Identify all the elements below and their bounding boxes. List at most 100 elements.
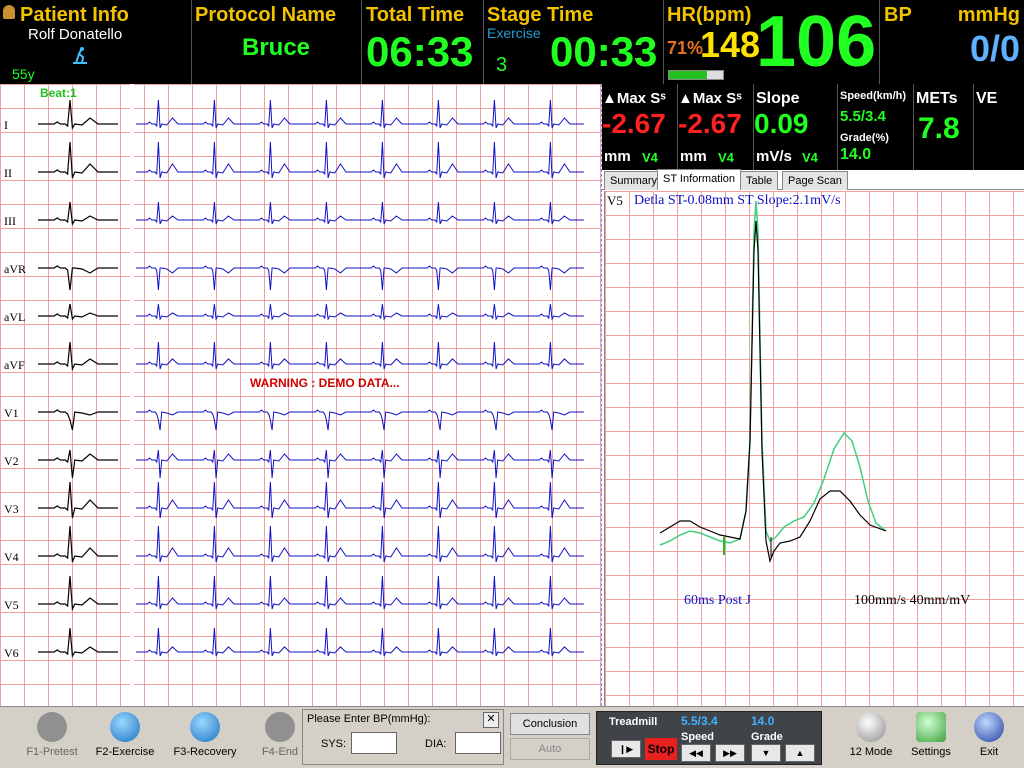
f1-pretest-button[interactable]: F1-Pretest <box>17 712 87 758</box>
protocol-header: Protocol Name <box>195 4 337 26</box>
double-up-icon: ▲ <box>795 748 805 758</box>
total-time-value: 06:33 <box>366 28 474 75</box>
hr-value: 106 <box>756 2 877 82</box>
tm-speed-label: Speed <box>681 731 715 743</box>
recovery-icon <box>190 712 220 742</box>
sys-label: SYS: <box>321 738 347 750</box>
stage-number: 3 <box>496 54 508 76</box>
post-j-label: 60ms Post J <box>684 593 751 608</box>
ve-label: VE <box>976 90 998 107</box>
st-reference-trace <box>659 200 887 546</box>
grade-label: Grade(%) <box>840 132 889 144</box>
close-icon: ✕ <box>486 713 496 725</box>
slope-box: Slope 0.09 mV/s V4 <box>754 84 838 170</box>
hr-target: 148 <box>700 24 761 65</box>
rhythm-trace-v3 <box>136 481 584 519</box>
max-st-value-2: -2.67 <box>678 108 742 139</box>
twelve-mode-label: 12 Mode <box>849 746 893 758</box>
bp-value: 0/0 <box>969 28 1020 69</box>
settings-icon <box>916 712 946 742</box>
auto-button[interactable]: Auto <box>510 738 590 760</box>
patient-icon <box>3 5 15 19</box>
treadmill-label: Treadmill <box>609 716 658 728</box>
max-st-box-2: ▲Max Sˢ -2.67 mm V4 <box>678 84 754 170</box>
exercise-button-icon <box>110 712 140 742</box>
f2-exercise-button[interactable]: F2-Exercise <box>90 712 160 758</box>
max-st-unit-2: mm <box>680 148 707 165</box>
dia-input[interactable] <box>455 732 501 754</box>
tab-st-information[interactable]: ST Information <box>657 169 741 190</box>
f3-label: F3-Recovery <box>173 746 237 758</box>
bp-prompt: Please Enter BP(mmHg): <box>307 713 431 725</box>
end-icon <box>265 712 295 742</box>
protocol-panel: Protocol Name Bruce <box>192 0 362 84</box>
rhythm-trace-v1 <box>136 409 584 431</box>
max-st-lead-1: V4 <box>642 150 658 165</box>
total-time-header: Total Time <box>366 4 465 26</box>
median-beat-avl <box>38 303 118 321</box>
f3-recovery-button[interactable]: F3-Recovery <box>170 712 240 758</box>
exit-button[interactable]: Exit <box>954 712 1024 758</box>
ve-box: VE <box>974 84 1024 170</box>
bp-panel: BP mmHg 0/0 <box>880 0 1024 84</box>
rhythm-trace-iii <box>136 201 584 225</box>
slope-label: Slope <box>756 90 800 107</box>
mets-label: METs <box>916 90 958 107</box>
bp-close-button[interactable]: ✕ <box>483 712 499 728</box>
median-beat-avr <box>38 265 118 291</box>
tm-grade-down-button[interactable]: ▼ <box>751 744 781 762</box>
tab-page-scan[interactable]: Page Scan <box>782 171 848 190</box>
stage-time-panel: Stage Time Exercise 3 00:33 <box>484 0 664 84</box>
median-beat-i <box>38 99 118 130</box>
twelve-mode-icon <box>856 712 886 742</box>
mets-box: METs 7.8 <box>914 84 974 170</box>
slope-lead: V4 <box>802 150 818 165</box>
tm-grade-label: Grade <box>751 731 783 743</box>
speed-grade-box: Speed(km/h) 5.5/3.4 Grade(%) 14.0 <box>838 84 914 170</box>
tm-speed-down-button[interactable]: ◀◀ <box>681 744 711 762</box>
st-current-trace <box>659 220 887 564</box>
median-beat-ii <box>38 141 118 179</box>
rhythm-trace-avf <box>136 341 584 370</box>
median-beat-v5 <box>38 575 118 612</box>
rhythm-trace-v6 <box>136 627 584 657</box>
sys-input[interactable] <box>351 732 397 754</box>
protocol-value: Bruce <box>242 34 311 61</box>
double-right-icon: ▶▶ <box>723 748 737 758</box>
bp-header: BP <box>884 4 912 26</box>
pause-play-icon: ❙▶ <box>618 744 634 754</box>
tm-pause-button[interactable]: ❙▶ <box>611 740 641 758</box>
tm-stop-button[interactable]: Stop <box>645 738 677 760</box>
median-beat-v4 <box>38 525 118 563</box>
double-down-icon: ▼ <box>761 748 771 758</box>
tm-grade-up-button[interactable]: ▲ <box>785 744 815 762</box>
conclusion-button[interactable]: Conclusion <box>510 713 590 735</box>
settings-label: Settings <box>911 746 951 758</box>
tab-table[interactable]: Table <box>740 171 779 190</box>
median-beat-avf <box>38 341 118 372</box>
hr-progress-fill <box>669 71 708 79</box>
slope-unit: mV/s <box>756 148 792 165</box>
tm-speed-up-button[interactable]: ▶▶ <box>715 744 745 762</box>
max-st-label-1: ▲Max Sˢ <box>602 90 666 107</box>
max-st-lead-2: V4 <box>718 150 734 165</box>
mets-value: 7.8 <box>918 112 960 145</box>
hr-panel: HR(bpm) 71% 148 106 <box>664 0 880 84</box>
tm-speed-value: 5.5/3.4 <box>681 714 718 728</box>
rhythm-trace-v5 <box>136 575 584 610</box>
dia-label: DIA: <box>425 738 447 750</box>
bp-entry-panel: Please Enter BP(mmHg): ✕ SYS: DIA: <box>302 709 504 765</box>
tab-summary[interactable]: Summary <box>604 171 664 190</box>
st-complex-chart <box>659 200 887 564</box>
median-beat-iii <box>38 201 118 226</box>
demo-warning: WARNING : DEMO DATA... <box>250 376 400 390</box>
double-left-icon: ◀◀ <box>689 748 703 758</box>
hr-percent: 71% <box>667 38 704 58</box>
median-beat-v1 <box>38 409 118 431</box>
speed-value: 5.5/3.4 <box>840 108 886 125</box>
patient-age: 55y <box>12 66 35 82</box>
scale-label: 100mm/s 40mm/mV <box>854 593 971 608</box>
hr-progress-bar <box>668 70 724 80</box>
median-beat-v3 <box>38 481 118 519</box>
stage-time-header: Stage Time <box>487 4 594 26</box>
